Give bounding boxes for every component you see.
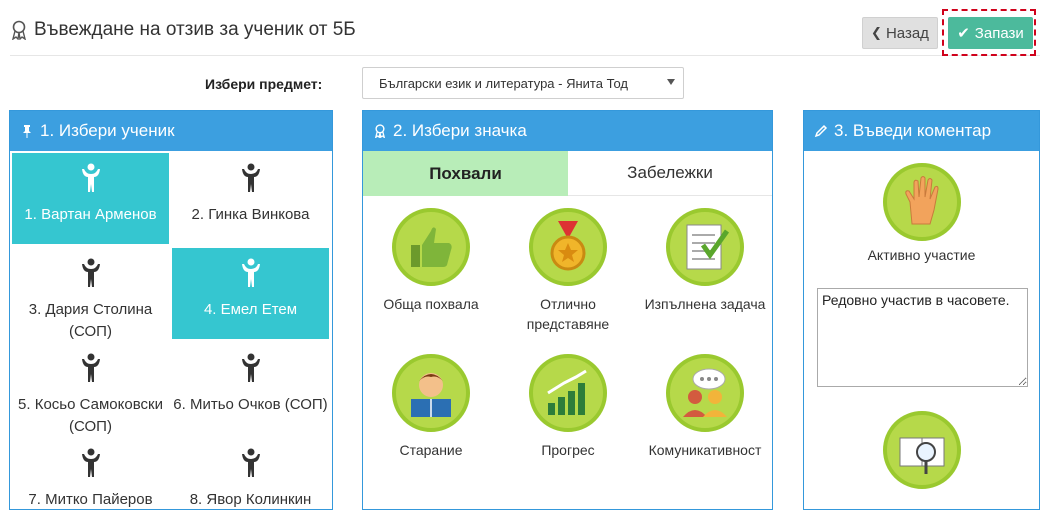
student-name: 8. Явор Колинкин — [189, 491, 312, 508]
students-panel-title: 1. Избери ученик — [40, 121, 175, 140]
badge-label: Изпълнена задача — [644, 296, 766, 312]
students-panel-header: 1. Избери ученик — [10, 111, 332, 151]
student-name: 7. Митко Пайеров — [28, 491, 153, 508]
award-icon — [374, 124, 386, 138]
badges-panel-header: 2. Избери значка — [363, 111, 772, 151]
check-icon: ✔ — [957, 25, 970, 42]
student-item[interactable]: 7. Митко Пайеров — [12, 438, 169, 509]
badge-label: Отлично представяне — [526, 296, 610, 332]
selected-badge-label: Активно участие — [867, 247, 976, 263]
badge-label: Обща похвала — [383, 296, 479, 312]
comment-panel-header: 3. Въведи коментар — [804, 111, 1039, 151]
student-item[interactable]: 6. Митьо Очков (СОП) — [172, 343, 329, 434]
student-name: 2. Гинка Винкова — [191, 206, 310, 223]
badges-panel-title: 2. Избери значка — [393, 121, 527, 140]
header-divider — [10, 55, 1040, 56]
student-item[interactable]: 2. Гинка Винкова — [172, 153, 329, 244]
student-item[interactable]: 5. Косьо Самоковски (СОП) — [12, 343, 169, 435]
award-icon — [12, 20, 26, 40]
back-button[interactable]: ❮ Назад — [862, 17, 938, 49]
student-item[interactable]: 8. Явор Колинкин — [172, 438, 329, 509]
book-magnifier-icon — [883, 411, 961, 489]
comment-panel: 3. Въведи коментар Активно участие Редов… — [803, 110, 1040, 510]
student-item[interactable]: 3. Дария Столина (СОП) — [12, 248, 169, 340]
student-name: 3. Дария Столина (СОП) — [28, 301, 153, 340]
badge-item[interactable]: Прогрес — [503, 354, 633, 460]
person-icon — [240, 163, 262, 204]
person-icon — [240, 258, 262, 299]
student-item[interactable]: 4. Емел Етем — [172, 248, 329, 339]
badge-label: Комуникативност — [648, 442, 762, 458]
badges-panel: 2. Избери значка Похвали Забележки Обща … — [362, 110, 773, 510]
page-title: Въвеждане на отзив за ученик от 5Б — [10, 19, 356, 41]
save-button-label: Запази — [974, 24, 1024, 42]
subject-label: Избери предмет: — [205, 76, 323, 92]
student-name: 4. Емел Етем — [203, 301, 298, 318]
chat-people-icon — [666, 354, 744, 432]
student-name: 5. Косьо Самоковски (СОП) — [18, 396, 163, 435]
tab-remarks[interactable]: Забележки — [568, 151, 772, 196]
comment-panel-title: 3. Въведи коментар — [834, 121, 992, 140]
selected-badge — [883, 163, 961, 249]
badge-item[interactable]: Отлично представяне — [503, 208, 633, 334]
caret-down-icon — [667, 79, 675, 85]
badge-item[interactable]: Обща похвала — [366, 208, 496, 314]
students-panel: 1. Избери ученик 1. Вартан Арменов 2. Гин… — [9, 110, 333, 510]
pin-icon — [23, 125, 31, 138]
reading-boy-icon — [392, 354, 470, 432]
badge-label: Старание — [399, 442, 463, 458]
person-icon — [80, 163, 102, 204]
next-badge — [883, 411, 961, 497]
growth-chart-icon — [529, 354, 607, 432]
page-title-text: Въвеждане на отзив за ученик от 5Б — [34, 19, 356, 40]
student-item[interactable]: 1. Вартан Арменов — [12, 153, 169, 244]
badge-label: Прогрес — [541, 442, 595, 458]
person-icon — [80, 258, 102, 299]
subject-select[interactable]: Български език и литература - Янита Тод — [362, 67, 684, 99]
person-icon — [240, 448, 262, 489]
chevron-left-icon: ❮ — [871, 25, 882, 40]
person-icon — [80, 353, 102, 394]
person-icon — [240, 353, 262, 394]
subject-selected-value: Български език и литература - Янита Тод — [379, 75, 629, 91]
student-name: 6. Митьо Очков (СОП) — [173, 396, 328, 413]
save-button[interactable]: ✔ Запази — [948, 17, 1033, 49]
badge-item[interactable]: Старание — [366, 354, 496, 460]
medal-icon — [529, 208, 607, 286]
person-icon — [80, 448, 102, 489]
raised-hand-icon — [883, 163, 961, 241]
student-name: 1. Вартан Арменов — [24, 206, 157, 223]
pencil-icon — [814, 124, 828, 138]
badge-item[interactable]: Изпълнена задача — [640, 208, 770, 314]
thumbs-up-icon — [392, 208, 470, 286]
tab-praises[interactable]: Похвали — [363, 151, 568, 196]
back-button-label: Назад — [885, 24, 929, 42]
checklist-icon — [666, 208, 744, 286]
comment-textarea[interactable]: Редовно участив в часовете. — [817, 288, 1028, 387]
badge-item[interactable]: Комуникативност — [640, 354, 770, 460]
